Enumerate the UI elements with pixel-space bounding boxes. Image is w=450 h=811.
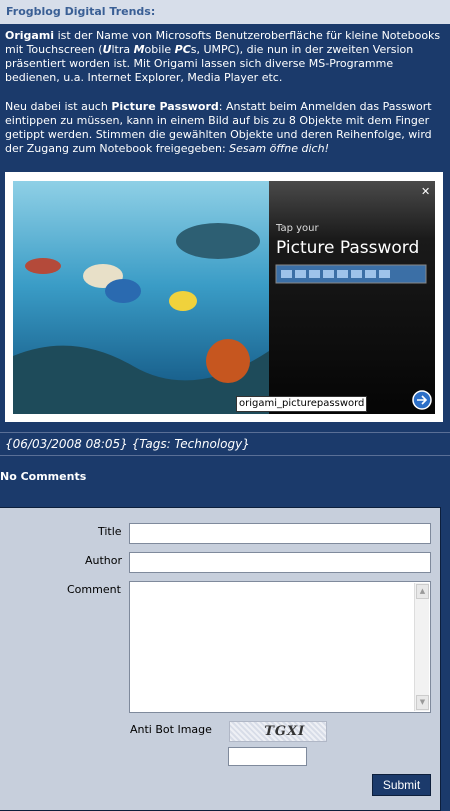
title-label: Title	[98, 525, 122, 538]
antibot-label: Anti Bot Image	[130, 723, 212, 736]
pc-initials: PC	[174, 43, 191, 56]
captcha-text: TGXI	[262, 724, 307, 739]
scroll-up-icon[interactable]: ▲	[416, 584, 429, 599]
comment-form: Title Author Comment ▲ ▼ Anti Bot Image …	[0, 507, 441, 811]
post-image-frame: ✕ Tap your Picture Password	[5, 172, 443, 422]
turtle-shape	[176, 223, 260, 259]
octopus-shape	[206, 339, 250, 383]
comments-heading: No Comments	[0, 470, 87, 483]
comment-label: Comment	[67, 583, 121, 596]
post-paragraph-picture-password: Neu dabei ist auch Picture Password: Ans…	[5, 100, 445, 156]
fish-shape	[169, 291, 197, 311]
post-meta: {06/03/2008 08:05} {Tags: Technology}	[0, 432, 450, 456]
comment-textarea[interactable]: ▲ ▼	[129, 581, 431, 713]
comment-scrollbar[interactable]: ▲ ▼	[414, 583, 429, 711]
fish-shape	[105, 279, 141, 303]
title-input[interactable]	[129, 523, 431, 544]
paragraph-text: obile	[144, 43, 175, 56]
captcha-input[interactable]	[228, 747, 307, 766]
sesam-phrase: Sesam öffne dich!	[229, 142, 329, 155]
tap-your-label: Tap your	[275, 223, 319, 234]
mobile-initial: M	[133, 43, 145, 56]
picture-password-label: Picture Password	[276, 238, 419, 258]
post-paragraph-origami: Origami ist der Name von Microsofts Benu…	[5, 29, 445, 85]
captcha-image: TGXI	[229, 721, 327, 742]
password-panel	[269, 181, 435, 414]
submit-button[interactable]: Submit	[372, 774, 431, 796]
image-tooltip: origami_picturepassword	[236, 396, 368, 412]
picture-password-screenshot: ✕ Tap your Picture Password	[13, 181, 435, 414]
paragraph-text: Neu dabei ist auch	[5, 100, 112, 113]
blog-title: Frogblog Digital Trends:	[6, 5, 156, 18]
blog-header: Frogblog Digital Trends:	[0, 0, 450, 25]
lionfish-shape	[25, 258, 61, 274]
post-date-tags: {06/03/2008 08:05} {Tags: Technology}	[5, 437, 250, 451]
picture-password-term: Picture Password	[111, 100, 219, 113]
post-body: Origami ist der Name von Microsofts Benu…	[0, 24, 450, 432]
author-input[interactable]	[129, 552, 431, 573]
paragraph-text: ltra	[111, 43, 134, 56]
close-icon[interactable]: ✕	[421, 185, 430, 198]
origami-term: Origami	[5, 29, 55, 42]
author-label: Author	[85, 554, 123, 567]
scroll-down-icon[interactable]: ▼	[416, 695, 429, 710]
